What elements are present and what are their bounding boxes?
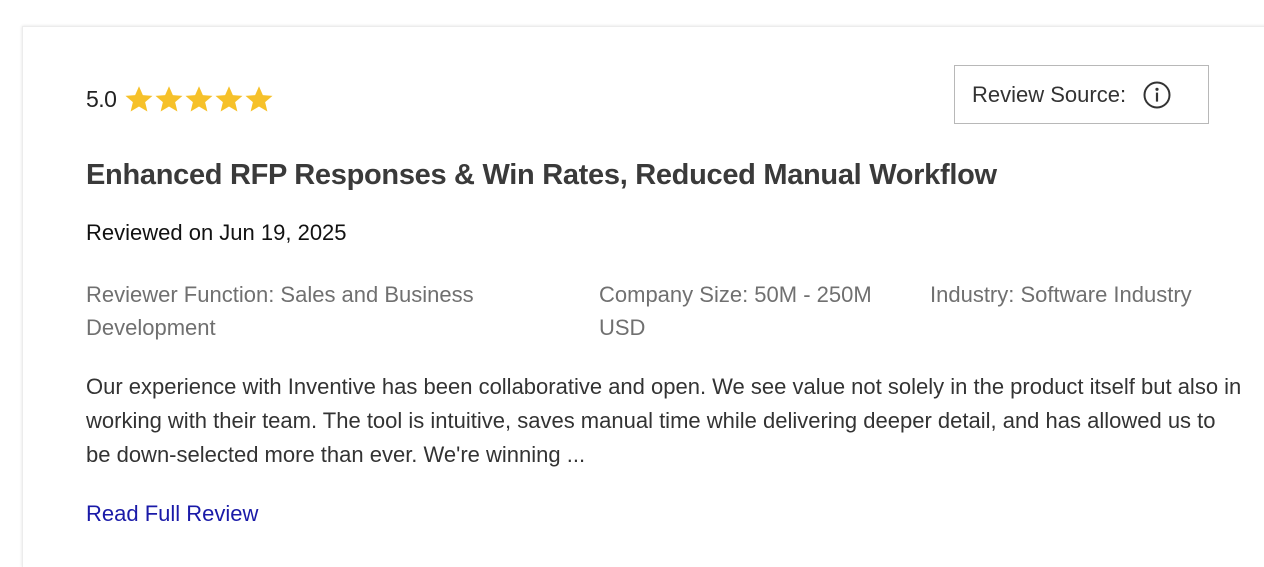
review-source-button[interactable]: Review Source: [954,65,1209,124]
review-title: Enhanced RFP Responses & Win Rates, Redu… [86,159,997,191]
star-rating [124,84,274,114]
star-icon [185,86,213,112]
reviewer-function: Reviewer Function: Sales and Business De… [86,282,474,340]
rating: 5.0 [86,81,274,117]
review-card: 5.0 Review Source: Enhanced RFP Response… [22,26,1264,567]
industry: Industry: Software Industry [930,282,1192,307]
star-icon [215,86,243,112]
review-source-label: Review Source: [972,81,1127,107]
star-icon [245,86,273,112]
star-icon [155,86,183,112]
rating-score: 5.0 [86,85,117,112]
company-size: Company Size: 50M - 250M USD [599,282,872,340]
review-date: Reviewed on Jun 19, 2025 [86,220,347,245]
info-icon[interactable] [1142,80,1172,110]
review-excerpt: Our experience with Inventive has been c… [86,374,1242,467]
star-icon [125,86,153,112]
read-full-review-link[interactable]: Read Full Review [86,501,258,527]
